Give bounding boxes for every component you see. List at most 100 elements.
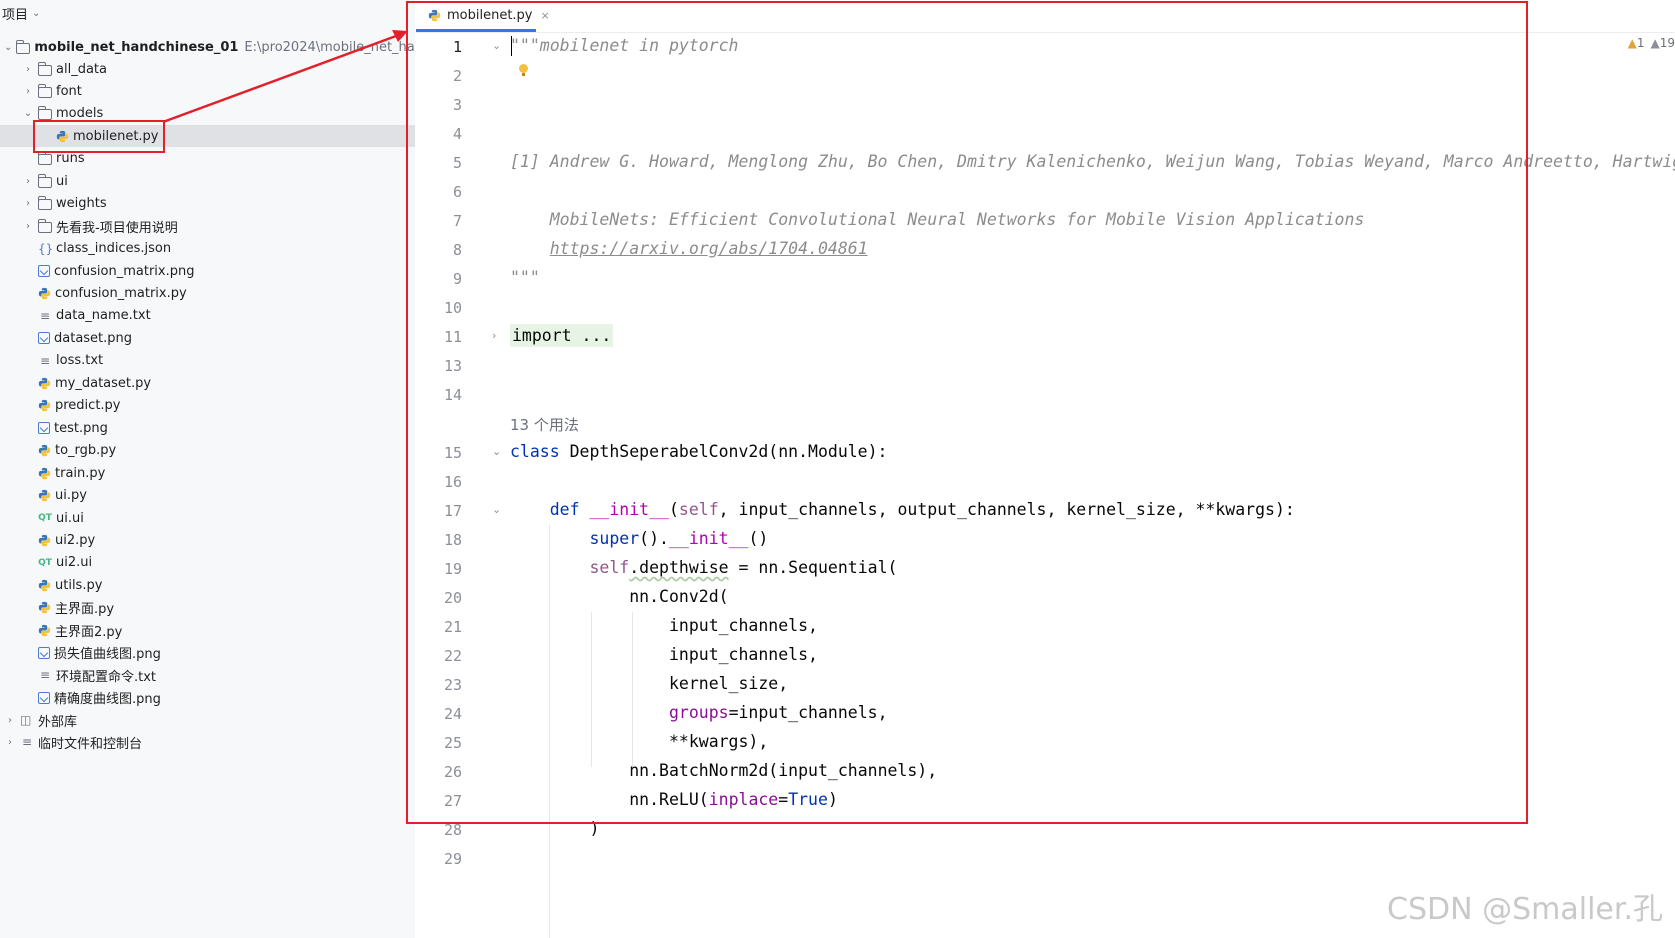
tree-item-label: ui2.ui <box>56 555 93 571</box>
tree-item[interactable]: ⌄ models <box>0 103 415 125</box>
library-icon: ◫ <box>20 713 32 727</box>
code-line-7[interactable]: MobileNets: Efficient Convolutional Neur… <box>510 210 1365 229</box>
tree-item[interactable]: my_dataset.py <box>0 372 415 394</box>
code-line-25[interactable]: **kwargs), <box>510 732 768 751</box>
chevron-right-icon[interactable]: › <box>22 176 34 187</box>
line-number: 18 <box>443 531 462 549</box>
tree-item[interactable]: › all_data <box>0 58 415 80</box>
close-icon[interactable]: × <box>541 9 550 22</box>
code-line-8[interactable]: https://arxiv.org/abs/1704.04861 <box>510 239 868 258</box>
tree-item[interactable]: to_rgb.py <box>0 440 415 462</box>
tree-item[interactable]: QT ui.ui <box>0 507 415 529</box>
tree-item[interactable]: › 先看我-项目使用说明 <box>0 215 415 237</box>
tree-item[interactable]: ui2.py <box>0 529 415 551</box>
tree-item[interactable]: mobilenet.py <box>0 125 415 148</box>
code-line-21[interactable]: input_channels, <box>510 616 818 635</box>
tree-item[interactable]: › weights <box>0 193 415 215</box>
code-line-26[interactable]: nn.BatchNorm2d(input_channels), <box>510 761 937 780</box>
lightbulb-icon[interactable] <box>519 64 528 76</box>
tree-item[interactable]: confusion_matrix.png <box>0 260 415 282</box>
chevron-down-icon[interactable]: ⌄ <box>4 42 12 53</box>
chevron-right-icon[interactable]: › <box>22 86 34 97</box>
warning-icon: ▲ <box>1650 36 1660 50</box>
tree-item[interactable]: ≡ loss.txt <box>0 350 415 372</box>
tree-item[interactable]: train.py <box>0 462 415 484</box>
root-path: E:\pro2024\mobile_net_handchinese <box>244 39 415 55</box>
chevron-right-icon[interactable]: › <box>22 198 34 209</box>
unfold-toggle-icon[interactable]: › <box>492 329 496 342</box>
image-file-icon <box>38 332 50 345</box>
tree-scratches[interactable]: › ≡ 临时文件和控制台 <box>4 731 415 753</box>
project-view-selector[interactable]: 项目 ⌄ <box>2 4 40 23</box>
tree-item-label: 损失值曲线图.png <box>54 647 161 663</box>
tree-item[interactable]: runs <box>0 148 415 170</box>
chevron-down-icon[interactable]: ⌄ <box>22 108 34 119</box>
tree-item[interactable]: QT ui2.ui <box>0 552 415 574</box>
code-line-22[interactable]: input_channels, <box>510 645 818 664</box>
tree-item[interactable]: {} class_indices.json <box>0 238 415 260</box>
line-number: 24 <box>443 705 462 723</box>
tree-item-label: runs <box>56 151 85 167</box>
tree-item[interactable]: ≡ data_name.txt <box>0 305 415 327</box>
code-line-15[interactable]: class DepthSeperabelConv2d(nn.Module): <box>510 442 888 461</box>
python-file-icon <box>38 377 51 390</box>
tree-item[interactable]: test.png <box>0 417 415 439</box>
folder-icon <box>38 218 52 233</box>
tree-item[interactable]: › font <box>0 80 415 102</box>
code-line-1[interactable]: """mobilenet in pytorch <box>510 36 738 55</box>
tree-item[interactable]: ui.py <box>0 485 415 507</box>
line-number: 25 <box>443 734 462 752</box>
project-view-label: 项目 <box>2 8 29 23</box>
chevron-right-icon[interactable]: › <box>22 221 34 232</box>
tree-item-label: all_data <box>56 61 107 77</box>
line-number: 26 <box>443 763 462 781</box>
code-line-28[interactable]: ) <box>510 819 599 838</box>
tree-item-label: to_rgb.py <box>55 443 117 459</box>
folded-imports[interactable]: import ... <box>510 324 614 347</box>
tree-item-label: models <box>56 106 104 122</box>
tree-item[interactable]: dataset.png <box>0 327 415 349</box>
tree-item[interactable]: utils.py <box>0 574 415 596</box>
line-number: 15 <box>443 444 462 462</box>
code-line-11[interactable]: import ... <box>510 324 614 347</box>
tree-item[interactable]: predict.py <box>0 395 415 417</box>
python-file-icon <box>38 579 51 592</box>
tree-external-libraries[interactable]: › ◫ 外部库 <box>4 709 415 731</box>
python-file-icon <box>38 601 51 614</box>
code-line-24[interactable]: groups=input_channels, <box>510 703 888 722</box>
tree-item-label: ui2.py <box>55 532 96 548</box>
tab-mobilenet-py[interactable]: mobilenet.py × <box>418 0 560 30</box>
tree-item[interactable]: confusion_matrix.py <box>0 283 415 305</box>
scratches-label: 临时文件和控制台 <box>38 736 143 752</box>
folder-icon <box>38 83 52 98</box>
code-line-9[interactable]: """ <box>510 268 540 287</box>
tree-item[interactable]: 主界面.py <box>0 597 415 619</box>
fold-toggle-icon[interactable]: ⌄ <box>492 39 501 52</box>
tree-item[interactable]: ≡ 环境配置命令.txt <box>0 664 415 686</box>
usages-hint[interactable]: 13 个用法 <box>510 414 579 435</box>
tree-item[interactable]: 精确度曲线图.png <box>0 687 415 709</box>
python-file-icon <box>56 130 69 143</box>
chevron-right-icon[interactable]: › <box>4 737 16 748</box>
line-number: 14 <box>443 386 462 404</box>
code-line-23[interactable]: kernel_size, <box>510 674 788 693</box>
python-file-icon <box>38 444 51 457</box>
fold-toggle-icon[interactable]: ⌄ <box>492 445 501 458</box>
code-line-5[interactable]: [1] Andrew G. Howard, Menglong Zhu, Bo C… <box>510 152 1675 171</box>
code-line-20[interactable]: nn.Conv2d( <box>510 587 728 606</box>
chevron-right-icon[interactable]: › <box>22 64 34 75</box>
tree-item-label: predict.py <box>55 398 121 414</box>
inspection-widget[interactable]: ▲1 ▲19 <box>1628 36 1675 50</box>
fold-toggle-icon[interactable]: ⌄ <box>492 503 501 516</box>
tree-item[interactable]: 主界面2.py <box>0 619 415 641</box>
tree-root[interactable]: ⌄ mobile_net_handchinese_01 E:\pro2024\m… <box>4 36 415 58</box>
code-line-17[interactable]: def __init__(self, input_channels, outpu… <box>510 500 1295 519</box>
chevron-right-icon[interactable]: › <box>4 715 16 726</box>
code-line-18[interactable]: super().__init__() <box>510 529 768 548</box>
code-line-19[interactable]: self.depthwise = nn.Sequential( <box>510 558 897 577</box>
line-number: 28 <box>443 821 462 839</box>
arxiv-link[interactable]: https://arxiv.org/abs/1704.04861 <box>550 239 868 258</box>
code-line-27[interactable]: nn.ReLU(inplace=True) <box>510 790 838 809</box>
tree-item[interactable]: 损失值曲线图.png <box>0 642 415 664</box>
tree-item[interactable]: › ui <box>0 170 415 192</box>
